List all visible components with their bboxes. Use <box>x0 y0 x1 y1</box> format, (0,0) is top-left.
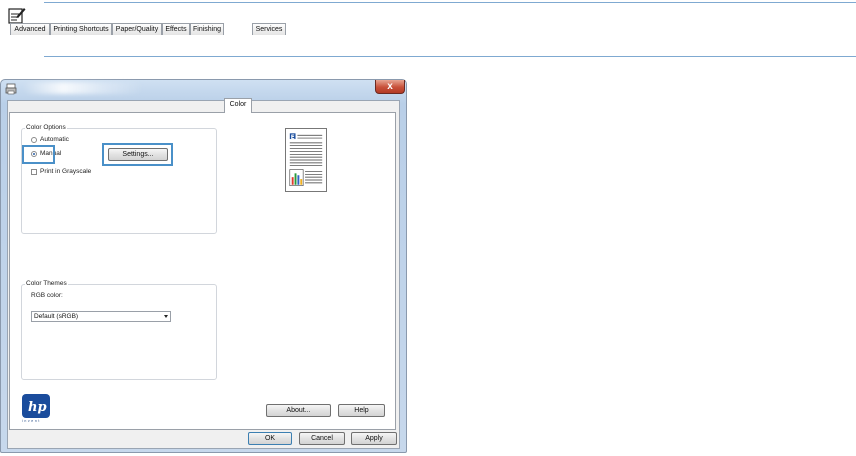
tab-color[interactable]: Color <box>224 98 252 113</box>
tab-label: Paper/Quality <box>115 26 159 33</box>
automatic-label: Automatic <box>40 136 69 143</box>
note-top-rule <box>44 2 856 3</box>
tab-printing-shortcuts[interactable]: Printing Shortcuts <box>50 23 112 35</box>
tab-label: Finishing <box>192 26 221 33</box>
color-themes-legend: Color Themes <box>25 280 68 288</box>
hp-logo: hp <box>22 394 50 418</box>
page-preview: E <box>285 128 327 192</box>
rgb-color-label: RGB color: <box>31 292 63 299</box>
tab-paper-quality[interactable]: Paper/Quality <box>112 23 162 35</box>
printer-icon <box>5 83 17 95</box>
help-button[interactable]: Help <box>338 404 385 417</box>
svg-text:E: E <box>291 135 295 141</box>
manual-highlight-box <box>22 145 55 164</box>
tab-label: Effects <box>165 26 187 33</box>
tab-effects[interactable]: Effects <box>162 23 190 35</box>
tab-label: Printing Shortcuts <box>53 26 109 33</box>
settings-highlight-box <box>102 143 173 166</box>
tab-finishing[interactable]: Finishing <box>190 23 224 35</box>
rgb-color-dropdown[interactable]: Default (sRGB) <box>31 311 171 322</box>
print-in-grayscale-label: Print in Grayscale <box>40 168 92 175</box>
close-button[interactable]: x <box>375 80 405 94</box>
automatic-radio[interactable] <box>31 137 37 143</box>
ok-button[interactable]: OK <box>248 432 292 445</box>
hp-logo-text: hp <box>28 400 47 415</box>
chevron-down-icon <box>164 315 168 318</box>
print-in-grayscale-checkbox[interactable] <box>31 169 37 175</box>
note-icon <box>8 8 26 24</box>
tab-label: Advanced <box>14 26 46 33</box>
rgb-color-value: Default (sRGB) <box>34 313 79 320</box>
window-title-obscured <box>23 82 143 94</box>
note-bottom-rule <box>44 56 856 57</box>
cancel-button[interactable]: Cancel <box>299 432 345 445</box>
tab-label: Services <box>255 26 283 33</box>
tab-label: Color <box>229 101 247 108</box>
about-button[interactable]: About... <box>266 404 331 417</box>
tab-services[interactable]: Services <box>252 23 286 35</box>
hp-logo-subtitle: invent <box>22 419 41 423</box>
apply-button[interactable]: Apply <box>351 432 397 445</box>
tab-advanced[interactable]: Advanced <box>10 23 50 35</box>
color-options-legend: Color Options <box>25 124 67 132</box>
